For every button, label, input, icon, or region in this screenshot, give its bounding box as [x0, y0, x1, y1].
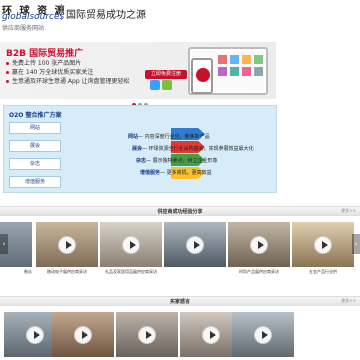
- o2o-menu-website[interactable]: 网站: [9, 122, 61, 134]
- android-app-icon[interactable]: [162, 80, 172, 90]
- chevron-left-icon[interactable]: ‹: [0, 234, 8, 254]
- video-thumbnail[interactable]: [292, 222, 354, 267]
- o2o-menu: 网站 展会 杂志 增值服务: [9, 122, 61, 194]
- play-icon[interactable]: [74, 326, 92, 344]
- b2b-promo-banner[interactable]: B2B 国际贸易推广 免费上传 100 张产品图片 赢在 140 万全球优质买家…: [0, 42, 276, 99]
- buyer-testimonials-section-header: 买家感言 更多>>: [0, 296, 360, 306]
- video-thumbnail[interactable]: [52, 312, 114, 357]
- o2o-line-text: — 展示独特卖点，树立企业形象: [146, 158, 218, 164]
- video-thumbnail[interactable]: [36, 222, 98, 267]
- o2o-line-text: — 更多商机，更高效益: [160, 170, 212, 176]
- banner-bullet: 生意通及环球生意通 App 让询盘管理更轻松: [6, 77, 130, 86]
- more-link[interactable]: 更多>>: [341, 208, 356, 214]
- play-icon[interactable]: [202, 326, 220, 344]
- section-title: 供应商成功经验分享: [157, 209, 203, 215]
- o2o-title: O2O 整合推广方案: [9, 112, 62, 119]
- supplier-video-strip: 制诊 移动电子展供应商采访 礼品及家居用品展供应商采访 时尚产品展供应商采访 五…: [0, 222, 360, 280]
- chevron-right-icon[interactable]: ›: [352, 234, 360, 254]
- o2o-line-website: 网站— 内容深度行业化，聚焦新产品: [128, 133, 210, 140]
- ios-app-icon[interactable]: [150, 80, 160, 90]
- video-thumbnail[interactable]: [164, 222, 226, 267]
- o2o-menu-magazine[interactable]: 杂志: [9, 158, 61, 170]
- video-caption: 礼品及家居用品展供应商采访: [105, 269, 157, 274]
- video-caption: 五金产品行业供: [309, 269, 337, 274]
- video-card[interactable]: 五金产品行业供: [292, 222, 354, 275]
- play-icon[interactable]: [58, 236, 76, 254]
- product-thumb: [254, 67, 263, 76]
- banner-bullet-list: 免费上传 100 张产品图片 赢在 140 万全球优质买家关注 生意通及环球生意…: [6, 59, 130, 86]
- header-slogan: 国际贸易成功之源: [66, 10, 146, 21]
- more-link[interactable]: 更多>>: [341, 298, 356, 304]
- video-card[interactable]: [52, 312, 114, 357]
- product-thumb: [218, 67, 227, 76]
- banner-title: B2B 国际贸易推广: [6, 49, 84, 59]
- video-thumbnail[interactable]: [232, 312, 294, 357]
- supplier-success-section-header: 供应商成功经验分享 更多>>: [0, 206, 360, 216]
- o2o-line-trade-show: 展会— 环球资源全行业采购盛会，实现参展效益最大化: [132, 145, 254, 152]
- o2o-integrated-solution: O2O 整合推广方案 网站 展会 杂志 增值服务 网站— 内容深度行业化，聚焦新…: [3, 105, 277, 193]
- logo-divider: [61, 4, 62, 20]
- video-thumbnail[interactable]: [100, 222, 162, 267]
- o2o-line-label: 增值服务: [140, 170, 161, 176]
- play-icon[interactable]: [26, 326, 44, 344]
- o2o-line-text: — 环球资源全行业采购盛会，实现参展效益最大化: [142, 146, 254, 152]
- video-card[interactable]: 移动电子展供应商采访: [36, 222, 98, 275]
- o2o-line-label: 展会: [132, 146, 143, 152]
- play-icon[interactable]: [314, 236, 332, 254]
- play-icon[interactable]: [122, 236, 140, 254]
- buyer-video-strip: [0, 312, 360, 360]
- phone-illustration: [191, 58, 213, 94]
- product-thumb: [218, 55, 227, 64]
- o2o-menu-value-added[interactable]: 增值服务: [9, 176, 61, 188]
- logo-en-text: globalsources: [2, 12, 65, 22]
- o2o-line-text: — 内容深度行业化，聚焦新产品: [138, 134, 210, 140]
- video-caption: 移动电子展供应商采访: [47, 269, 87, 274]
- product-thumb: [242, 55, 251, 64]
- video-thumbnail[interactable]: [116, 312, 178, 357]
- video-card[interactable]: [116, 312, 178, 357]
- o2o-line-label: 杂志: [136, 158, 147, 164]
- banner-bullet: 免费上传 100 张产品图片: [6, 59, 130, 68]
- product-thumb: [230, 67, 239, 76]
- o2o-line-value-added: 增值服务— 更多商机，更高效益: [140, 169, 212, 176]
- product-thumb: [254, 55, 263, 64]
- product-thumb: [242, 67, 251, 76]
- play-icon[interactable]: [138, 326, 156, 344]
- header-subnav[interactable]: 供应商服务网站: [2, 23, 44, 32]
- video-thumbnail[interactable]: [228, 222, 290, 267]
- section-title: 买家感言: [169, 299, 190, 305]
- product-thumb: [230, 55, 239, 64]
- play-icon[interactable]: [254, 326, 272, 344]
- play-icon[interactable]: [186, 236, 204, 254]
- video-card[interactable]: [164, 222, 226, 269]
- play-icon[interactable]: [250, 236, 268, 254]
- video-caption: 制诊: [24, 269, 32, 274]
- o2o-line-magazine: 杂志— 展示独特卖点，树立企业形象: [136, 157, 218, 164]
- app-logo-icon: [196, 68, 210, 82]
- o2o-diagram: 网站— 内容深度行业化，聚焦新产品 展会— 环球资源全行业采购盛会，实现参展效益…: [76, 120, 271, 190]
- video-card[interactable]: 礼品及家居用品展供应商采访: [100, 222, 162, 275]
- video-card[interactable]: 时尚产品展供应商采访: [228, 222, 290, 275]
- banner-bullet: 赢在 140 万全球优质买家关注: [6, 68, 130, 77]
- register-free-button[interactable]: 立即免费注册: [145, 70, 187, 79]
- site-header: 环 球 资 源 globalsources 国际贸易成功之源 供应商服务网站: [0, 0, 360, 32]
- video-caption: 时尚产品展供应商采访: [239, 269, 279, 274]
- video-card[interactable]: [232, 312, 294, 357]
- o2o-menu-trade-show[interactable]: 展会: [9, 140, 61, 152]
- global-sources-logo[interactable]: 环 球 资 源 globalsources: [2, 2, 64, 22]
- o2o-line-label: 网站: [128, 134, 139, 140]
